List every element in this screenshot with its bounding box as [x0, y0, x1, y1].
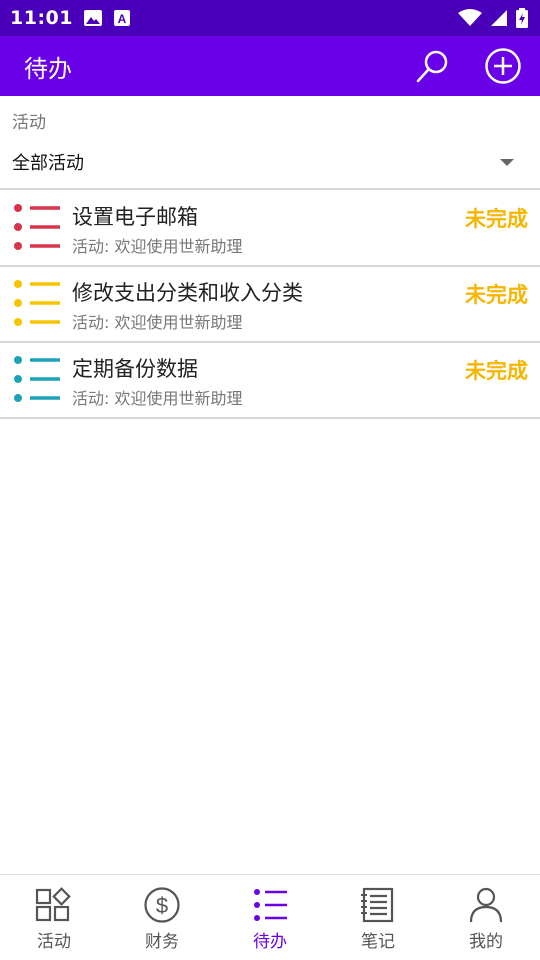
activity-select[interactable]: 全部活动: [0, 140, 540, 184]
list-icon: [14, 204, 60, 250]
todo-activity: 活动: 欢迎使用世新助理: [72, 389, 243, 408]
svg-text:$: $: [156, 893, 168, 918]
notebook-icon: [361, 887, 394, 923]
list-icon: [14, 280, 60, 326]
app-bar: 待办: [0, 36, 540, 96]
search-icon: [416, 50, 448, 83]
dropdown-arrow-icon: [500, 158, 514, 166]
add-circle-icon: [485, 48, 521, 84]
dollar-icon: $: [144, 887, 180, 923]
status-bar: 11:01 A: [0, 0, 540, 36]
tab-label: 我的: [469, 932, 503, 952]
todo-item[interactable]: 设置电子邮箱 活动: 欢迎使用世新助理 未完成: [0, 191, 540, 267]
battery-icon: [516, 8, 528, 28]
tab-label: 财务: [145, 932, 179, 952]
tab-todo[interactable]: 待办: [216, 875, 324, 960]
status-time: 11:01: [10, 7, 73, 29]
search-button[interactable]: [414, 47, 452, 85]
todo-list-icon: [254, 889, 287, 921]
list-icon: [14, 356, 60, 402]
svg-text:A: A: [118, 12, 127, 26]
todo-item[interactable]: 修改支出分类和收入分类 活动: 欢迎使用世新助理 未完成: [0, 267, 540, 343]
todo-title: 定期备份数据: [72, 357, 198, 381]
tab-label: 活动: [37, 932, 71, 952]
text-a-icon: A: [113, 10, 130, 26]
status-badge: 未完成: [465, 283, 528, 307]
activity-icon: [35, 887, 71, 922]
todo-title: 修改支出分类和收入分类: [72, 281, 303, 305]
tab-label: 笔记: [361, 932, 395, 952]
add-button[interactable]: [484, 47, 522, 85]
divider: [0, 188, 540, 190]
todo-item[interactable]: 定期备份数据 活动: 欢迎使用世新助理 未完成: [0, 343, 540, 419]
signal-icon: [491, 10, 507, 26]
person-icon: [469, 887, 503, 923]
tab-finance[interactable]: $ 财务: [108, 875, 216, 960]
page-title: 待办: [24, 54, 72, 83]
tab-label: 待办: [253, 932, 287, 952]
todo-activity: 活动: 欢迎使用世新助理: [72, 237, 243, 256]
todo-list: 设置电子邮箱 活动: 欢迎使用世新助理 未完成 修改支出分类和收入分类 活动: …: [0, 191, 540, 419]
status-badge: 未完成: [465, 359, 528, 383]
activity-select-value: 全部活动: [12, 153, 84, 174]
todo-title: 设置电子邮箱: [72, 205, 198, 229]
bottom-nav: 活动 $ 财务 待办 笔记 我的: [0, 874, 540, 960]
wifi-icon: [458, 9, 482, 26]
todo-activity: 活动: 欢迎使用世新助理: [72, 313, 243, 332]
tab-activity[interactable]: 活动: [0, 875, 108, 960]
filter-label: 活动: [12, 113, 46, 133]
status-badge: 未完成: [465, 207, 528, 231]
tab-profile[interactable]: 我的: [432, 875, 540, 960]
image-icon: [83, 10, 102, 26]
tab-notes[interactable]: 笔记: [324, 875, 432, 960]
activity-filter: 活动 全部活动: [0, 96, 540, 190]
